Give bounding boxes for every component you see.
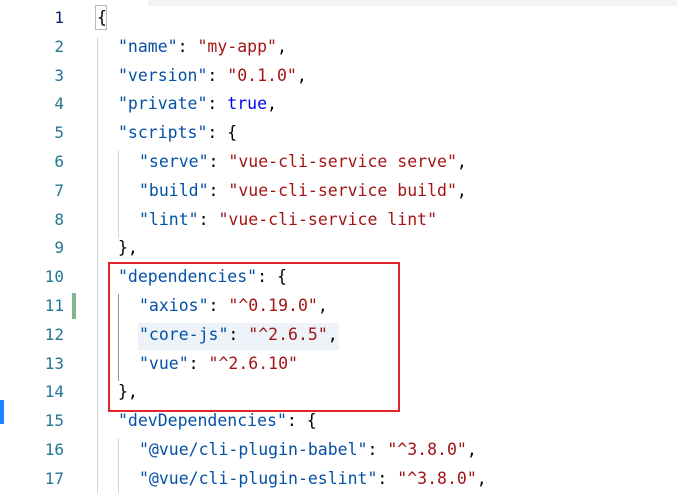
json-punctuation: , [276,36,287,56]
json-key: "serve" [139,152,209,171]
json-punctuation: : [198,209,219,229]
line-number: 5 [54,123,64,143]
indent-guide [97,37,98,493]
code-line[interactable]: "private": true, [118,90,277,119]
line-number: 3 [54,65,64,85]
json-string: "vue-cli-service serve" [228,152,457,171]
code-line[interactable]: }, [118,234,138,263]
json-key: "devDependencies" [118,411,287,431]
line-number: 17 [44,468,64,488]
indent-guide [118,438,119,493]
line-number: 8 [54,209,64,229]
code-line[interactable]: "serve": "vue-cli-service serve", [139,148,467,177]
line-number-gutter[interactable]: 1 2 3 4 5 6 7 8 9 10 11 12 13 14 15 16 17 [0,0,80,493]
json-punctuation: : [177,36,198,56]
json-key: "private" [118,94,208,114]
code-line[interactable]: "@vue/cli-plugin-eslint": "^3.8.0", [139,465,487,494]
json-key: "build" [139,180,209,200]
line-number: 13 [44,353,64,373]
code-line[interactable]: "name": "my-app", [118,33,287,62]
json-string: "vue-cli-service lint" [218,209,438,229]
modified-line-marker [72,293,76,319]
code-line[interactable]: "lint": "vue-cli-service lint" [139,206,437,235]
json-key: "name" [118,36,178,56]
json-string: "0.1.0" [227,65,297,85]
json-punctuation: , [456,180,467,200]
line-number: 16 [44,440,64,459]
line-number: 7 [54,180,64,200]
line-number: 14 [44,382,64,402]
json-boolean: true [227,94,268,114]
line-number: 2 [54,36,64,56]
json-punctuation: : [208,180,229,200]
json-key: "@vue/cli-plugin-eslint" [139,468,378,488]
code-line[interactable]: "build": "vue-cli-service build", [139,177,467,206]
json-punctuation: , [296,65,307,85]
json-key: "scripts" [118,123,208,143]
json-string: "^3.8.0" [387,440,467,459]
json-punctuation: : [377,468,398,488]
code-line[interactable]: "@vue/cli-plugin-babel": "^3.8.0", [139,436,477,465]
json-punctuation: : [367,440,388,459]
json-punctuation: , [456,152,467,171]
line-number: 6 [54,152,64,171]
json-string: "^3.8.0" [397,468,477,488]
line-number: 11 [44,296,64,315]
json-punctuation: { [97,8,107,27]
line-number: 10 [44,267,64,287]
line-number: 12 [44,324,64,344]
indent-guide [118,151,119,238]
line-number: 1 [54,8,64,27]
line-number: 9 [54,238,64,258]
json-punctuation: : [207,65,228,85]
json-key: "@vue/cli-plugin-babel" [139,440,368,459]
json-key: "version" [118,65,208,85]
json-punctuation: : { [207,123,238,143]
json-string: "vue-cli-service build" [228,180,457,200]
line-number: 4 [54,94,64,114]
json-punctuation: : [208,152,229,171]
json-punctuation: : { [286,411,317,431]
code-line[interactable]: "version": "0.1.0", [118,62,307,91]
json-punctuation: , [267,94,277,114]
line-number: 15 [44,411,64,431]
json-string: "my-app" [197,36,277,56]
code-editor[interactable]: 1 2 3 4 5 6 7 8 9 10 11 12 13 14 15 16 17 {"name": "my-a… [0,0,677,493]
json-punctuation: , [476,468,487,488]
json-punctuation: : [207,94,228,114]
editor-top-strip [148,0,677,6]
json-punctuation: }, [118,238,138,258]
json-punctuation: , [466,440,477,459]
json-key: "lint" [139,209,199,229]
code-line[interactable]: { [97,4,107,33]
code-line[interactable]: "scripts": { [118,119,237,148]
annotation-highlight-box [108,262,400,412]
scroll-position-marker [0,400,4,424]
